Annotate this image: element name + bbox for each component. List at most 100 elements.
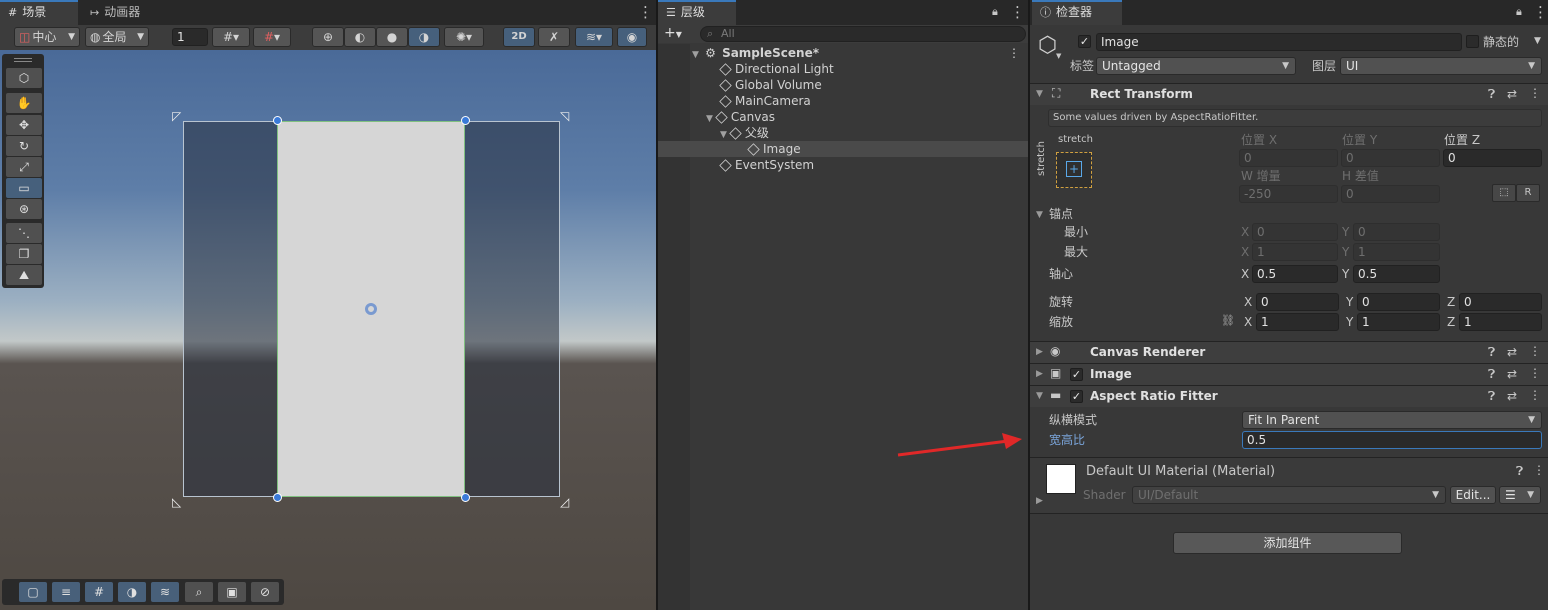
fitter-enabled-checkbox[interactable]: ✓ (1070, 390, 1083, 403)
hierarchy-item-image[interactable]: Image (747, 141, 801, 157)
expand-arrow-icon[interactable]: ▶ (1036, 369, 1043, 379)
aspect-ratio-fitter-header[interactable]: ▼ ▬ ✓ Aspect Ratio Fitter ❓︎ ⇄ ⋮ (1030, 385, 1548, 407)
pivot-y-input[interactable]: 0.5 (1353, 265, 1440, 283)
static-dropdown-icon[interactable]: ▼ (1534, 36, 1541, 46)
overlay-grid-button[interactable]: # (85, 582, 113, 602)
overlay-align-button[interactable]: ≡ (52, 582, 80, 602)
scale-x-input[interactable]: 1 (1256, 313, 1339, 331)
scale-tool-button[interactable]: ⤢ (6, 157, 42, 177)
hierarchy-menu-icon[interactable]: ⋮ (1010, 3, 1025, 21)
tab-scene[interactable]: # 场景 (0, 0, 78, 25)
visibility-toggle[interactable]: ◉ (617, 27, 647, 47)
pivot-handle[interactable] (365, 303, 377, 315)
anchor-bl-icon[interactable]: ◺ (172, 495, 181, 509)
scale-y-input[interactable]: 1 (1357, 313, 1440, 331)
create-dropdown[interactable]: +▼ (664, 25, 682, 43)
shaded-wire-button[interactable]: ◐ (344, 27, 376, 47)
material-menu-icon[interactable]: ⋮ (1533, 463, 1545, 477)
rotation-z-input[interactable]: 0 (1459, 293, 1542, 311)
constrain-proportions-icon[interactable]: ⛓ (1221, 314, 1235, 327)
add-component-button[interactable]: 添加组件 (1173, 532, 1402, 554)
component-menu-icon[interactable]: ⋮ (1529, 366, 1541, 380)
hierarchy-item-eventsystem[interactable]: EventSystem (719, 157, 814, 173)
hierarchy-item-canvas[interactable]: ▼ Canvas (706, 109, 775, 125)
static-checkbox[interactable] (1466, 35, 1479, 48)
blueprint-mode-button[interactable]: ⬚ (1492, 184, 1516, 202)
view-cube-button[interactable]: ⬡ (6, 68, 42, 88)
anchor-tl-icon[interactable]: ◸ (172, 109, 181, 123)
overlay-rect-button[interactable]: ▢ (19, 582, 47, 602)
presets-icon[interactable]: ⇄ (1507, 345, 1517, 359)
expand-arrow-icon[interactable]: ▶ (1036, 496, 1043, 506)
palette-grip[interactable] (14, 58, 32, 62)
layer-dropdown[interactable]: UI ▼ (1340, 57, 1542, 75)
pos-z-input[interactable]: 0 (1443, 149, 1542, 167)
scene-menu-icon[interactable]: ⋮ (1008, 45, 1020, 61)
hierarchy-item-maincamera[interactable]: MainCamera (719, 93, 811, 109)
layers-dropdown[interactable]: ≋ ▾ (575, 27, 613, 47)
presets-icon[interactable]: ⇄ (1507, 389, 1517, 403)
overlay-compass-button[interactable]: ⊘ (251, 582, 279, 602)
unlit-button[interactable]: ◑ (408, 27, 440, 47)
debug-draw-button[interactable]: ✺ ▾ (444, 27, 484, 47)
tab-hierarchy[interactable]: ☰ 层级 (658, 0, 736, 25)
global-dropdown[interactable]: ◍ 全局 ▼ (85, 27, 149, 47)
corner-handle-tl[interactable] (273, 116, 282, 125)
scale-z-input[interactable]: 1 (1459, 313, 1542, 331)
pivot-x-input[interactable]: 0.5 (1252, 265, 1338, 283)
shader-dropdown[interactable]: UI/Default ▼ (1132, 486, 1446, 504)
hierarchy-item-parent[interactable]: ▼ 父级 (720, 125, 769, 141)
help-icon[interactable]: ❓︎ (1488, 345, 1495, 360)
object-name-input[interactable]: Image (1096, 33, 1462, 51)
overlay-layers-button[interactable]: ≋ (151, 582, 179, 602)
transform-tool-button[interactable]: ⊛ (6, 199, 42, 219)
tag-dropdown[interactable]: Untagged ▼ (1096, 57, 1296, 75)
corner-handle-br[interactable] (461, 493, 470, 502)
duplicate-tool-button[interactable]: ❐ (6, 244, 42, 264)
shaded-button[interactable]: ● (376, 27, 408, 47)
wireframe-button[interactable]: ⊕ (312, 27, 344, 47)
aspect-ratio-input[interactable]: 0.5 (1242, 431, 1542, 449)
help-icon[interactable]: ❓︎ (1516, 464, 1523, 479)
mode-2d-button[interactable]: 2D (503, 27, 535, 47)
overlay-search-button[interactable]: ⌕ (185, 582, 213, 602)
scene-menu-icon[interactable]: ⋮ (638, 3, 653, 21)
snap-button[interactable]: # ▾ (253, 27, 291, 47)
hierarchy-search-input[interactable]: ⌕ All (700, 26, 1026, 42)
anchor-tr-icon[interactable]: ◹ (560, 109, 569, 123)
anchor-br-icon[interactable]: ◿ (560, 495, 569, 509)
component-menu-icon[interactable]: ⋮ (1529, 86, 1541, 100)
anchor-presets-button[interactable]: + (1056, 152, 1092, 188)
presets-icon[interactable]: ⇄ (1507, 367, 1517, 381)
expand-arrow-icon[interactable]: ▼ (1036, 391, 1043, 401)
corner-handle-tr[interactable] (461, 116, 470, 125)
expand-arrow-icon[interactable]: ▶ (1036, 347, 1043, 357)
raw-edit-button[interactable]: R (1516, 184, 1540, 202)
rect-tool-button[interactable]: ▭ (6, 178, 42, 198)
tab-inspector[interactable]: ⓘ 检查器 (1032, 0, 1122, 25)
expand-arrow-icon[interactable]: ▼ (706, 114, 713, 124)
overlay-camera-button[interactable]: ▣ (218, 582, 246, 602)
rotation-x-input[interactable]: 0 (1256, 293, 1339, 311)
hierarchy-item-global-volume[interactable]: Global Volume (719, 77, 822, 93)
scene-viewport[interactable]: ◸ ◹ ◺ ◿ ⬡ ✋ ✥ ↻ ⤢ ▭ ⊛ ⋱ ❐ ⛰ ▢ ≡ # ◑ ≋ ⌕ … (0, 50, 656, 610)
inspector-menu-icon[interactable]: ⋮ (1533, 3, 1548, 21)
corner-handle-bl[interactable] (273, 493, 282, 502)
aspect-mode-dropdown[interactable]: Fit In Parent ▼ (1242, 411, 1542, 429)
grid-size-input[interactable]: 1 (172, 28, 208, 46)
move-tool-button[interactable]: ✥ (6, 115, 42, 135)
canvas-renderer-header[interactable]: ▶ ◉ Canvas Renderer ❓︎ ⇄ ⋮ (1030, 341, 1548, 363)
grid-snap-button[interactable]: #▾ (212, 27, 250, 47)
shader-edit-button[interactable]: Edit... (1450, 486, 1496, 504)
rect-transform-header[interactable]: ▼ ⛶ Rect Transform ❓︎ ⇄ ⋮ (1030, 83, 1548, 105)
terrain-tool-button[interactable]: ⛰ (6, 265, 42, 285)
lock-icon[interactable]: 🔒︎ (1516, 5, 1522, 19)
image-enabled-checkbox[interactable]: ✓ (1070, 368, 1083, 381)
hierarchy-item-samplescene[interactable]: ▼ ⚙ SampleScene* ⋮ (692, 45, 1028, 61)
rotation-y-input[interactable]: 0 (1357, 293, 1440, 311)
custom-tool-button[interactable]: ⋱ (6, 223, 42, 243)
overlay-shading-button[interactable]: ◑ (118, 582, 146, 602)
chevron-down-icon[interactable]: ▼ (1056, 52, 1061, 60)
hierarchy-item-directional-light[interactable]: Directional Light (719, 61, 834, 77)
material-preview[interactable] (1046, 464, 1076, 494)
